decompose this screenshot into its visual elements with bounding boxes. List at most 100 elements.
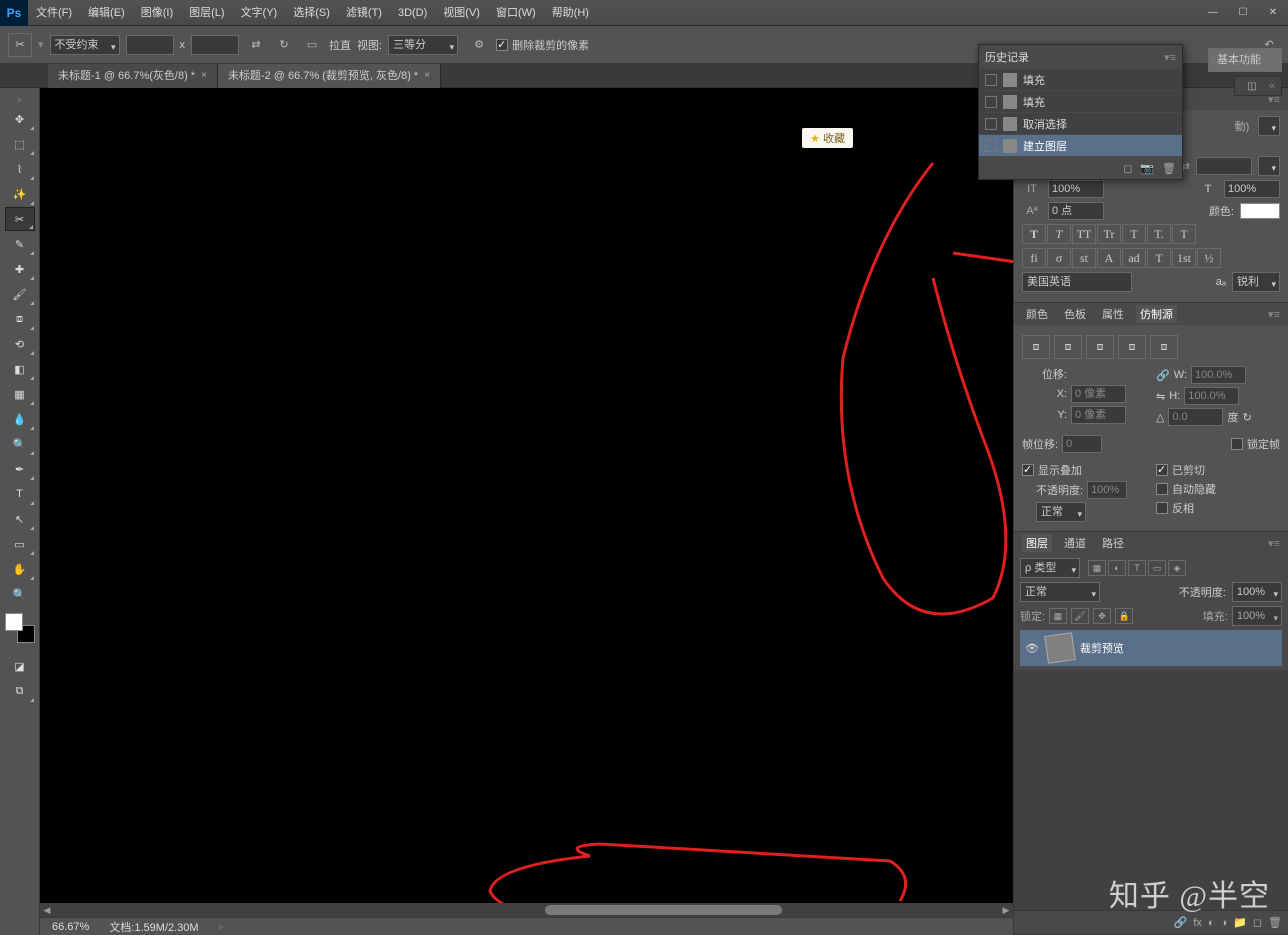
gear-icon[interactable]: ⚙ [468, 34, 490, 56]
invert-checkbox[interactable] [1156, 502, 1168, 514]
filter-type-icon[interactable]: T [1128, 560, 1146, 576]
clone-src-3[interactable]: ⧈ [1086, 335, 1114, 359]
menu-type[interactable]: 文字(Y) [233, 0, 286, 26]
crop-tool[interactable]: ✂ [5, 207, 35, 231]
lasso-tool[interactable]: ⌇ [5, 157, 35, 181]
window-maximize[interactable]: ☐ [1228, 3, 1258, 23]
language-dropdown[interactable]: 美国英语 [1022, 272, 1132, 292]
bookmark-tag[interactable]: 收藏 [802, 128, 853, 148]
new-snapshot-icon[interactable]: ◻ [1123, 162, 1132, 175]
menu-filter[interactable]: 滤镜(T) [338, 0, 390, 26]
workspace-switcher[interactable]: 基本功能 [1208, 48, 1282, 72]
zoom-tool[interactable]: 🔍 [5, 582, 35, 606]
collapse-toolbox-icon[interactable]: » [5, 92, 35, 106]
paths-tab[interactable]: 路径 [1098, 534, 1128, 552]
tracking-input[interactable] [1196, 157, 1252, 175]
delete-layer-icon[interactable]: 🗑 [1268, 916, 1282, 929]
fractions-button[interactable]: ½ [1197, 248, 1221, 268]
properties-tab[interactable]: 属性 [1098, 305, 1128, 323]
eraser-tool[interactable]: ◧ [5, 357, 35, 381]
adjustment-icon[interactable]: ◑ [1221, 917, 1228, 929]
history-brush-tool[interactable]: ⟲ [5, 332, 35, 356]
group-icon[interactable]: 📁 [1233, 916, 1247, 929]
layer-filter-kind[interactable]: ρ 类型 [1020, 558, 1080, 578]
autohide-checkbox[interactable] [1156, 483, 1168, 495]
blend-mode-dropdown[interactable]: 正常 [1020, 582, 1100, 602]
menu-file[interactable]: 文件(F) [28, 0, 80, 26]
panel-menu-icon[interactable]: ▾≡ [1164, 51, 1176, 64]
crop-width-input[interactable] [126, 35, 174, 55]
scroll-left-arrow[interactable]: ◀ [40, 905, 54, 916]
type-tool[interactable]: T [5, 482, 35, 506]
fill-input[interactable]: 100% [1232, 606, 1282, 626]
italic-button[interactable]: T [1047, 224, 1071, 244]
ligature-button[interactable]: fi [1022, 248, 1046, 268]
straighten-icon[interactable]: ▭ [301, 34, 323, 56]
h-input[interactable]: 100.0% [1184, 387, 1239, 405]
angle-input[interactable]: 0.0 [1168, 408, 1223, 426]
overlay-opacity-input[interactable]: 100% [1087, 481, 1127, 499]
discretionary-button[interactable]: st [1072, 248, 1096, 268]
window-minimize[interactable]: — [1198, 3, 1228, 23]
tab-close-icon[interactable]: × [424, 64, 430, 88]
menu-3d[interactable]: 3D(D) [390, 0, 435, 26]
path-tool[interactable]: ↖ [5, 507, 35, 531]
marquee-tool[interactable]: ⬚ [5, 132, 35, 156]
lock-pixels-icon[interactable]: 🖌 [1071, 608, 1089, 624]
delete-cropped-checkbox[interactable] [496, 39, 508, 51]
antialias-dropdown[interactable]: 锐利 [1232, 272, 1280, 292]
clipped-checkbox[interactable] [1156, 464, 1168, 476]
screenmode-tool[interactable]: ⧉ [5, 679, 35, 703]
visibility-icon[interactable]: 👁 [1024, 642, 1040, 655]
fx-icon[interactable]: fx [1193, 917, 1202, 929]
offset-x-input[interactable]: 0 像素 [1071, 385, 1126, 403]
shape-tool[interactable]: ▭ [5, 532, 35, 556]
stamp-tool[interactable]: ⧈ [5, 307, 35, 331]
menu-window[interactable]: 窗口(W) [488, 0, 544, 26]
clonesource-tab[interactable]: 仿制源 [1136, 305, 1177, 323]
new-layer-icon[interactable]: ◻ [1253, 916, 1262, 929]
swatches-tab[interactable]: 色板 [1060, 305, 1090, 323]
dodge-tool[interactable]: 🔍 [5, 432, 35, 456]
window-close[interactable]: ✕ [1258, 3, 1288, 23]
panel-menu-icon[interactable]: ▾≡ [1268, 308, 1280, 321]
canvas[interactable] [40, 88, 1013, 903]
overlay-mode-dropdown[interactable]: 正常 [1036, 502, 1086, 522]
filter-smart-icon[interactable]: ◈ [1168, 560, 1186, 576]
menu-select[interactable]: 选择(S) [285, 0, 338, 26]
filter-adjust-icon[interactable]: ◐ [1108, 560, 1126, 576]
color-swatches[interactable] [5, 613, 35, 643]
lock-pos-icon[interactable]: ✥ [1093, 608, 1111, 624]
horizontal-scrollbar[interactable]: ◀ ▶ [40, 903, 1013, 917]
channels-tab[interactable]: 通道 [1060, 534, 1090, 552]
swap-dimensions-button[interactable]: ⇄ [245, 34, 267, 56]
doc-tab-1[interactable]: 未标题-1 @ 66.7%(灰色/8) * × [48, 64, 218, 88]
filter-pixel-icon[interactable]: ▦ [1088, 560, 1106, 576]
titling-button[interactable]: T [1147, 248, 1171, 268]
menu-layer[interactable]: 图层(L) [181, 0, 232, 26]
delete-state-icon[interactable]: 🗑 [1162, 162, 1176, 175]
bold-button[interactable]: T [1022, 224, 1046, 244]
link-icon[interactable]: 🔗 [1156, 369, 1170, 382]
color-tab[interactable]: 颜色 [1022, 305, 1052, 323]
w-input[interactable]: 100.0% [1191, 366, 1246, 384]
layer-item-crop-preview[interactable]: 👁 裁剪预览 [1020, 630, 1282, 666]
swash-button[interactable]: A [1097, 248, 1121, 268]
flip-icon[interactable]: ⇋ [1156, 390, 1165, 403]
brush-tool[interactable]: 🖌 [5, 282, 35, 306]
quickmask-tool[interactable]: ◪ [5, 654, 35, 678]
hand-tool[interactable]: ✋ [5, 557, 35, 581]
scroll-thumb[interactable] [545, 905, 781, 915]
layer-thumbnail[interactable] [1044, 632, 1076, 664]
history-item-fill-1[interactable]: 填充 [979, 69, 1182, 91]
smallcaps-button[interactable]: Tr [1097, 224, 1121, 244]
magic-wand-tool[interactable]: ✨ [5, 182, 35, 206]
move-tool[interactable]: ✥ [5, 107, 35, 131]
layer-opacity-input[interactable]: 100% [1232, 582, 1282, 602]
scroll-right-arrow[interactable]: ▶ [999, 905, 1013, 916]
layer-name[interactable]: 裁剪预览 [1080, 640, 1124, 656]
superscript-button[interactable]: T [1122, 224, 1146, 244]
filter-shape-icon[interactable]: ▭ [1148, 560, 1166, 576]
lock-all-icon[interactable]: 🔒 [1115, 608, 1133, 624]
clone-src-1[interactable]: ⧈ [1022, 335, 1050, 359]
